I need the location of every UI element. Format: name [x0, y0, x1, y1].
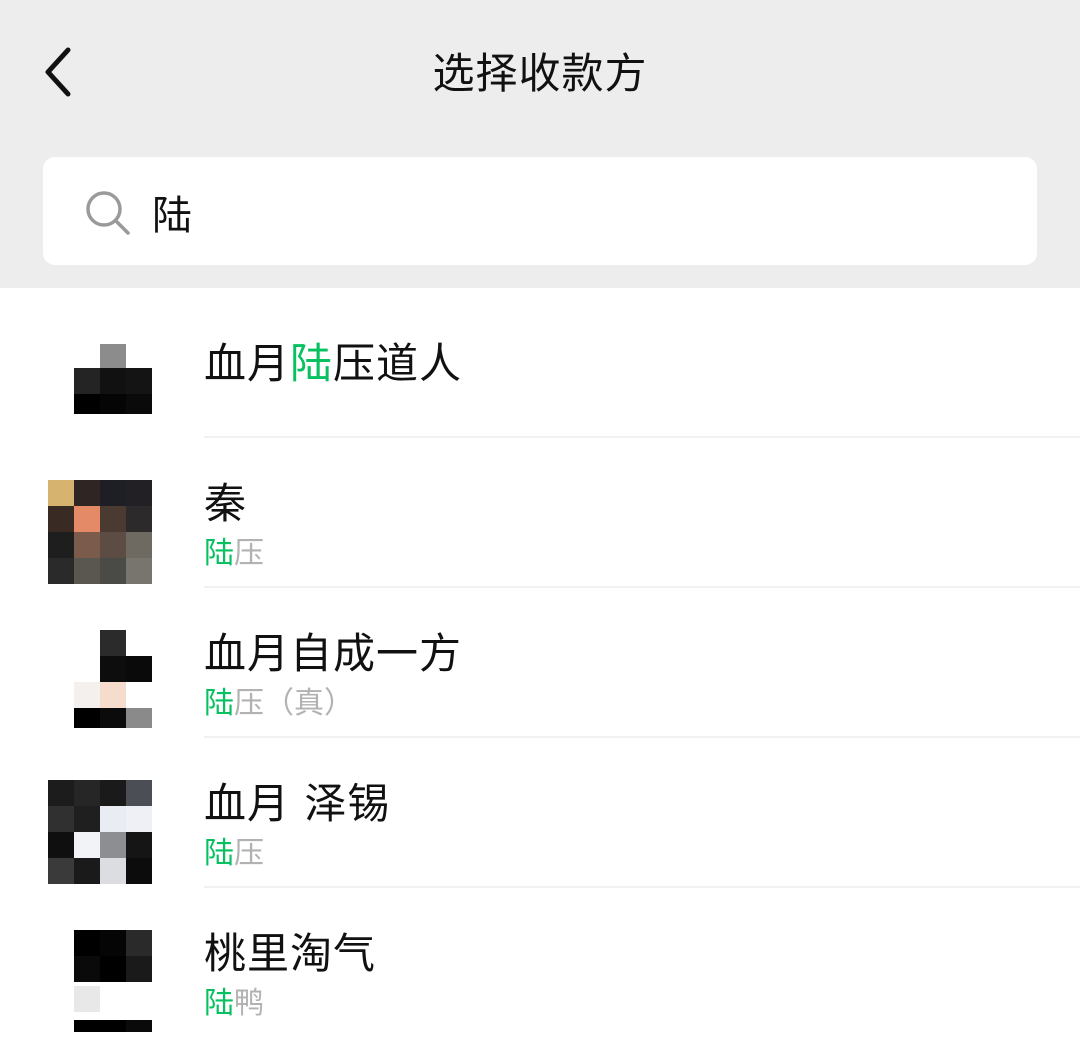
result-list: 血月陆压道人 秦 陆压 血月自成一方 陆压（真） 血月 泽锡 陆压 桃里淘气 陆… [0, 288, 1080, 1038]
search-icon [86, 191, 130, 235]
list-item[interactable]: 血月陆压道人 [0, 288, 1080, 438]
avatar [48, 330, 152, 434]
list-item[interactable]: 秦 陆压 [0, 438, 1080, 588]
contact-name: 血月自成一方 [204, 629, 463, 678]
contact-name: 秦 [204, 479, 248, 528]
contact-name: 血月 泽锡 [204, 779, 391, 828]
avatar [48, 480, 152, 584]
contact-remark: 陆鸭 [204, 986, 264, 1021]
contact-remark: 陆压 [204, 836, 264, 871]
avatar [48, 930, 152, 1034]
list-item[interactable]: 桃里淘气 陆鸭 [0, 888, 1080, 1038]
avatar [48, 630, 152, 734]
page-title: 选择收款方 [432, 49, 648, 98]
contact-name: 桃里淘气 [204, 929, 377, 978]
contact-name: 血月陆压道人 [204, 339, 463, 388]
avatar [48, 780, 152, 884]
list-item[interactable]: 血月 泽锡 陆压 [0, 738, 1080, 888]
search-input[interactable] [152, 180, 1012, 244]
list-item[interactable]: 血月自成一方 陆压（真） [0, 588, 1080, 738]
contact-remark: 陆压（真） [204, 686, 354, 721]
contact-remark: 陆压 [204, 536, 264, 571]
